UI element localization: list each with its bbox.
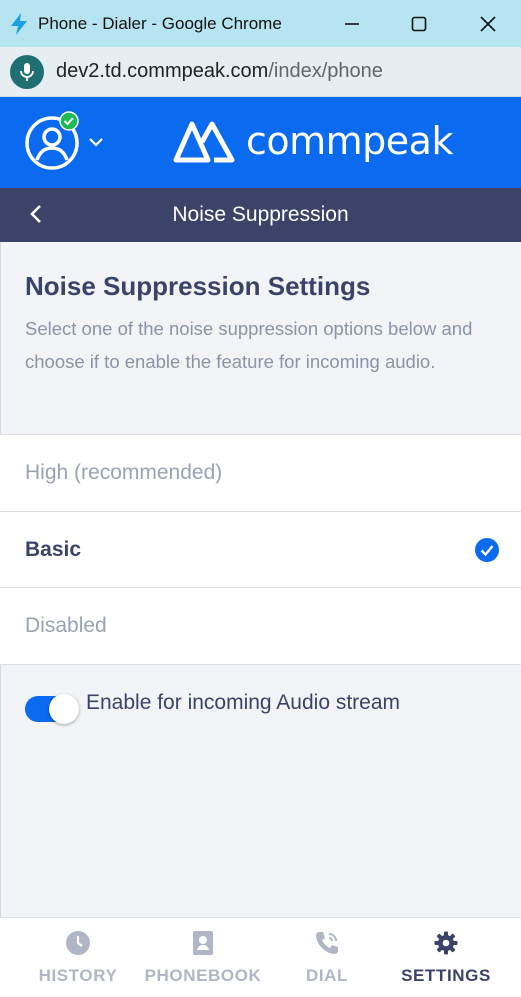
option-high[interactable]: High (recommended) bbox=[0, 434, 521, 511]
chevron-left-icon bbox=[30, 205, 41, 223]
settings-heading: Noise Suppression Settings bbox=[25, 271, 371, 301]
minimize-icon bbox=[345, 23, 359, 25]
commpeak-logo-icon bbox=[173, 121, 235, 163]
contact-book-icon bbox=[193, 931, 213, 955]
close-icon bbox=[480, 16, 496, 32]
nav-settings[interactable]: SETTINGS bbox=[397, 918, 495, 997]
clock-icon bbox=[66, 931, 90, 955]
nav-history[interactable]: HISTORY bbox=[33, 918, 123, 997]
close-button[interactable] bbox=[471, 8, 505, 40]
nav-label: HISTORY bbox=[38, 966, 118, 985]
back-button[interactable] bbox=[26, 203, 46, 225]
lightning-icon bbox=[11, 12, 27, 35]
checkmark-icon bbox=[475, 538, 499, 562]
phone-call-icon bbox=[316, 932, 338, 954]
option-basic[interactable]: Basic bbox=[0, 511, 521, 588]
bottom-nav: HISTORY PHONEBOOK DIAL SETTINGS bbox=[0, 917, 521, 997]
option-label: Basic bbox=[25, 538, 82, 561]
window-title: Phone - Dialer - Google Chrome bbox=[38, 13, 282, 33]
maximize-button[interactable] bbox=[402, 8, 436, 40]
incoming-audio-toggle[interactable] bbox=[25, 694, 79, 724]
url-text[interactable]: dev2.td.commpeak.com/index/phone bbox=[56, 60, 383, 83]
nav-label: DIAL bbox=[305, 966, 349, 985]
option-label: Disabled bbox=[25, 614, 107, 637]
settings-description: Select one of the noise suppression opti… bbox=[25, 318, 473, 372]
gear-icon bbox=[434, 931, 458, 955]
minimize-button[interactable] bbox=[335, 8, 369, 40]
nav-label: SETTINGS bbox=[401, 966, 491, 985]
page-title: Noise Suppression bbox=[172, 203, 349, 226]
option-label: High (recommended) bbox=[25, 461, 223, 484]
toggle-label: Enable for incoming Audio stream bbox=[86, 691, 401, 714]
nav-label: PHONEBOOK bbox=[144, 966, 262, 985]
nav-phonebook[interactable]: PHONEBOOK bbox=[142, 918, 264, 997]
browser-titlebar: Phone - Dialer - Google Chrome bbox=[0, 0, 521, 47]
chevron-down-icon[interactable] bbox=[88, 137, 104, 147]
commpeak-logo: commpeak bbox=[172, 118, 453, 164]
microphone-icon[interactable] bbox=[10, 54, 44, 89]
divider bbox=[0, 664, 521, 665]
logo-text: commpeak bbox=[246, 119, 453, 163]
maximize-icon bbox=[411, 16, 427, 32]
nav-dial[interactable]: DIAL bbox=[297, 918, 357, 997]
toggle-knob bbox=[49, 694, 79, 724]
address-bar[interactable]: dev2.td.commpeak.com/index/phone bbox=[0, 47, 521, 97]
option-disabled[interactable]: Disabled bbox=[0, 587, 521, 664]
online-status-icon bbox=[59, 111, 79, 131]
